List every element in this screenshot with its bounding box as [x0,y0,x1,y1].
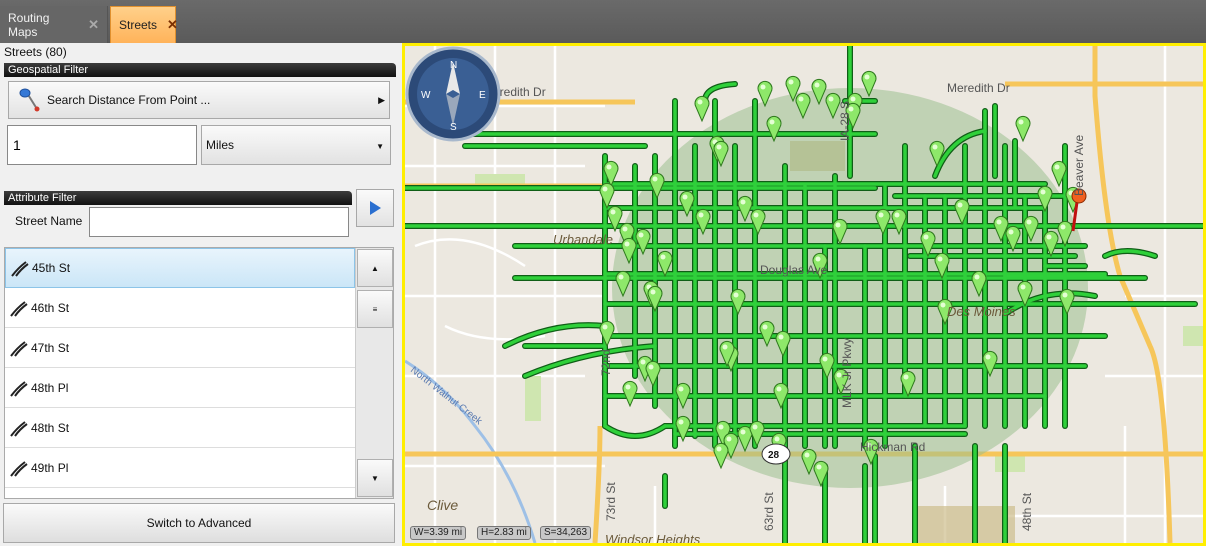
place-label-windsor-heights: Windsor Heights [605,532,701,543]
map-marker-icon[interactable] [694,95,710,123]
map-marker-icon[interactable] [1015,115,1031,143]
street-label-ia28: IA-28 S [838,101,852,141]
scroll-down-button[interactable]: ▼ [357,459,393,497]
map-width-readout: W=3.39 mi [410,526,467,540]
units-select[interactable]: Miles ▼ [201,125,391,165]
streets-count: Streets (80) [4,45,67,59]
search-distance-button[interactable]: Search Distance From Point ... ▶ [8,81,390,119]
compass-icon[interactable]: N S W E [405,46,501,142]
pushpin-icon [19,88,40,112]
list-item[interactable]: 46th St [5,288,355,328]
map-scale-readout: S=34,263 [540,526,592,540]
street-label-mlk: MLK Jr Pkwy [840,338,854,408]
street-label-hickman: Hickman Rd [860,440,925,454]
list-item[interactable]: 45th St [5,248,355,288]
place-label-des-moines: Des Moines [947,304,1016,319]
map-height-readout: H=2.83 mi [477,526,531,540]
switch-to-advanced-button[interactable]: Switch to Advanced [3,503,395,543]
highway-shield-label: 28 [768,450,780,461]
street-label-beaver: Beaver Ave [1072,135,1086,196]
svg-text:E: E [479,90,486,101]
list-scrollbar[interactable]: ▲ ≡ ▼ [355,248,393,498]
chevron-down-icon: ▼ [376,142,384,151]
street-name: 49th Pl [31,460,69,475]
park [995,456,1025,472]
road-icon [10,460,28,477]
tab-routing-maps[interactable]: Routing Maps ✕ [0,6,108,43]
distance-input[interactable] [7,125,197,165]
units-value: Miles [206,138,235,152]
run-filter-button[interactable] [356,189,394,227]
scroll-thumb[interactable]: ≡ [357,290,393,328]
close-icon[interactable]: ✕ [167,17,178,33]
street-name: 46th St [31,300,70,315]
map-view[interactable]: Meredith Dr Meredith Dr Urbandale Dougla… [402,43,1206,546]
tab-label: Routing Maps [8,10,50,39]
place-label-urbandale: Urbandale [553,232,613,247]
road-icon [10,300,28,317]
road-icon [10,420,28,437]
road-icon [10,340,28,357]
street-name-input[interactable] [89,207,349,237]
tab-streets[interactable]: Streets ✕ [110,6,178,43]
campus-area [915,506,1015,543]
highway-shield-icon: 28 [761,443,791,465]
svg-text:W: W [421,90,431,101]
road-icon [11,261,29,277]
list-item[interactable]: 47th St [5,328,355,368]
map-marker-icon[interactable] [713,442,729,470]
street-label-douglas: Douglas Ave [760,263,827,277]
street-label-72nd: 72nd [599,349,613,376]
scroll-up-button[interactable]: ▲ [357,249,393,287]
list-item[interactable]: 49th Pl [5,448,355,488]
street-label-meredith: Meredith Dr [947,81,1010,95]
geospatial-filter-header: Geospatial Filter [4,63,396,77]
map-marker-icon[interactable] [622,380,638,408]
list-item[interactable]: 48th Pl [5,368,355,408]
park [525,376,541,421]
street-name: 45th St [32,261,71,275]
streets-panel: Streets (80) Geospatial Filter Search Di… [0,43,400,546]
street-label-48th: 48th St [1020,492,1034,531]
road-icon [10,380,28,397]
play-icon [370,201,381,215]
street-name: 48th St [31,420,70,435]
creek-label: North Walnut Creek [408,365,484,428]
street-name: 47th St [31,340,70,355]
street-name-label: Street Name [15,214,83,228]
street-label-73rd: 73rd St [604,482,618,521]
chevron-right-icon: ▶ [378,95,385,105]
search-button-label: Search Distance From Point ... [47,93,211,107]
place-label-clive: Clive [427,497,458,513]
park [1183,326,1203,346]
close-icon[interactable]: ✕ [88,17,99,33]
tab-strip: Routing Maps ✕ Streets ✕ [0,0,1206,43]
svg-text:S: S [450,122,457,133]
map-marker-icon[interactable] [675,415,691,443]
street-list: 45th St 46th St 47th St 48th Pl 48th St … [4,247,394,499]
street-name: 48th Pl [31,380,69,395]
street-label-63rd: 63rd St [762,492,776,531]
list-item[interactable]: 48th St [5,408,355,448]
tab-label: Streets [119,18,158,32]
map-canvas[interactable]: Meredith Dr Meredith Dr Urbandale Dougla… [405,46,1203,543]
attribute-filter-header: Attribute Filter [4,191,352,205]
svg-text:N: N [450,60,457,71]
